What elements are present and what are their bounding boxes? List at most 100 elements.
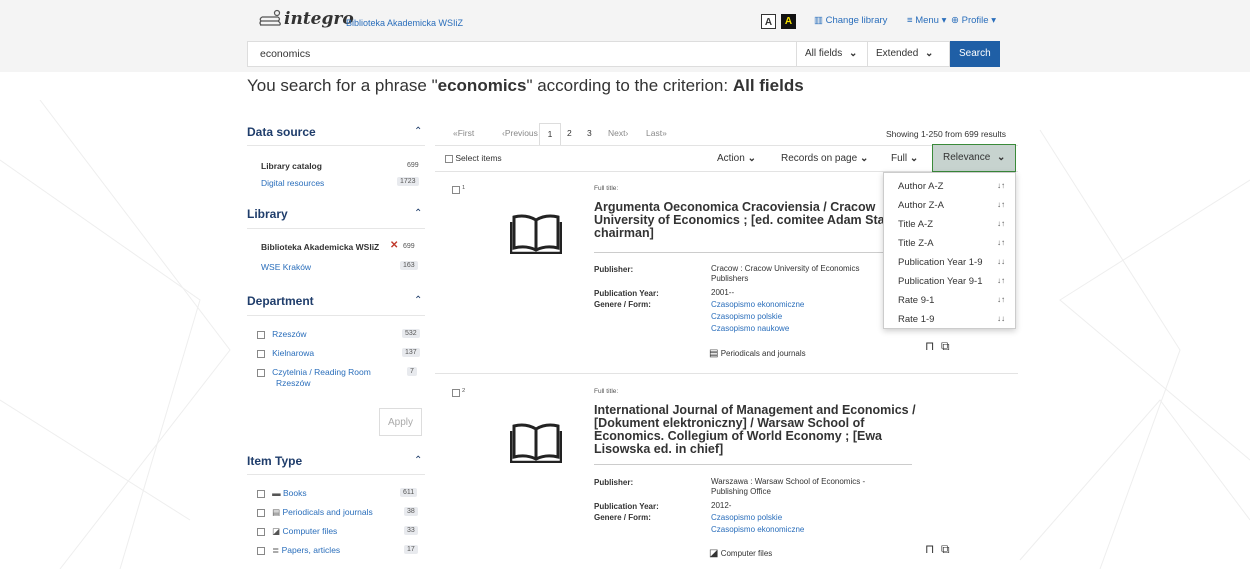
menu-button[interactable]: ≡ Menu ▾ (907, 15, 946, 26)
checkbox[interactable] (257, 508, 265, 517)
publication-year-value: 2001-- (711, 288, 735, 297)
mode-select[interactable]: Extended ⌄ (868, 41, 950, 67)
facet-item-kielnarowa[interactable]: Kielnarowa (257, 348, 314, 358)
publisher-line: Cracow : Cracow University of Economics (711, 264, 860, 273)
logo-wordmark: integro (284, 9, 354, 29)
view-label: Full (891, 153, 908, 164)
checkbox[interactable] (452, 389, 460, 398)
search-bar: economics All fields ⌄ Extended ⌄ Search (247, 41, 1000, 67)
pager-previous[interactable]: ‹Previous (502, 128, 538, 138)
sort-option-author-za[interactable]: Author Z-A (898, 200, 944, 211)
genre-link[interactable]: Czasopismo polskie (711, 312, 782, 322)
publisher-line: Publishers (711, 274, 749, 283)
summary-prefix: You search for a phrase " (247, 76, 438, 95)
chevron-up-icon[interactable]: ⌃ (414, 208, 422, 219)
genre-link[interactable]: Czasopismo ekonomiczne (711, 300, 804, 310)
action-dropdown[interactable]: Action ⌄ (717, 146, 756, 171)
facet-item-wse-krakow[interactable]: WSE Kraków (261, 262, 311, 272)
copy-icon[interactable]: ⧉ (941, 542, 950, 556)
facet-count: 163 (400, 261, 418, 270)
sort-option-author-az[interactable]: Author A-Z (898, 181, 943, 192)
remove-filter-icon[interactable]: ✕ (390, 240, 398, 251)
bookmark-icon[interactable]: ⊓ (925, 542, 934, 556)
facet-item-selected-library: Biblioteka Akademicka WSIiZ (261, 242, 380, 252)
publication-year-label: Publication Year: (594, 502, 659, 511)
pager-page-3[interactable]: 3 (587, 128, 592, 138)
facet-item-reading-room[interactable]: Czytelnia / Reading Room (257, 367, 371, 377)
newspaper-icon: ▤ (272, 507, 281, 517)
integro-logo[interactable]: integro (258, 9, 354, 29)
checkbox[interactable] (257, 546, 265, 555)
apply-button[interactable]: Apply (379, 408, 422, 436)
summary-phrase: economics (437, 76, 527, 95)
menu-label: Menu (915, 15, 939, 26)
sort-dropdown[interactable]: Relevance ⌄ (932, 144, 1016, 172)
sort-option-year-91[interactable]: Publication Year 9-1 (898, 276, 983, 287)
genre-link[interactable]: Czasopismo ekonomiczne (711, 525, 804, 535)
divider (435, 373, 1018, 374)
publisher-value: Warszawa : Warsaw School of Economics - … (711, 477, 865, 497)
result-select[interactable]: 1 (452, 185, 465, 195)
bookmark-icon[interactable]: ⊓ (925, 339, 934, 353)
checkbox[interactable] (445, 154, 453, 163)
view-dropdown[interactable]: Full ⌄ (891, 146, 918, 171)
checkbox[interactable] (452, 186, 460, 195)
records-on-page-dropdown[interactable]: Records on page ⌄ (781, 146, 868, 171)
checkbox[interactable] (257, 489, 265, 498)
facet-item-rzeszow[interactable]: Rzeszów (257, 329, 307, 339)
publication-year-value: 2012- (711, 501, 732, 510)
action-label: Action (717, 153, 745, 164)
search-input[interactable]: economics (247, 41, 797, 67)
sort-option-year-19[interactable]: Publication Year 1-9 (898, 257, 983, 268)
chevron-up-icon[interactable]: ⌃ (414, 455, 422, 466)
genre-link[interactable]: Czasopismo polskie (711, 513, 782, 523)
contrast-high-button[interactable]: A (781, 14, 796, 29)
disk-icon: ◪ (272, 526, 281, 536)
copy-icon[interactable]: ⧉ (941, 339, 950, 353)
full-title-label: Full title: (594, 185, 619, 192)
facet-item-computer-files[interactable]: ◪ Computer files (257, 526, 337, 537)
search-summary: You search for a phrase "economics" acco… (247, 76, 804, 96)
facet-title-library[interactable]: Library (247, 207, 288, 221)
result-title[interactable]: Argumenta Oeconomica Cracoviensia / Crac… (594, 201, 912, 240)
pager-page-1[interactable]: 1 (539, 123, 561, 145)
checkbox[interactable] (257, 368, 265, 377)
checkbox[interactable] (257, 349, 265, 358)
sort-option-rate-19[interactable]: Rate 1-9 (898, 314, 934, 325)
chevron-down-icon: ⌄ (747, 153, 756, 164)
facet-item-books[interactable]: ▬ Books (257, 488, 307, 498)
select-items[interactable]: Select items (445, 146, 502, 171)
profile-button[interactable]: ⊕ Profile ▾ (951, 15, 996, 26)
facet-count: 17 (404, 545, 418, 554)
chevron-up-icon[interactable]: ⌃ (414, 295, 422, 306)
facet-item-digital-resources[interactable]: Digital resources (261, 178, 324, 188)
pager-first[interactable]: «First (453, 128, 474, 138)
facet-count: 699 (403, 243, 415, 250)
facet-item-periodicals[interactable]: ▤ Periodicals and journals (257, 507, 373, 518)
checkbox[interactable] (257, 527, 265, 536)
sort-option-rate-91[interactable]: Rate 9-1 (898, 295, 934, 306)
disk-icon: ◪ (709, 548, 719, 559)
genre-link[interactable]: Czasopismo naukowe (711, 324, 789, 334)
search-button[interactable]: Search (950, 41, 1000, 67)
facet-title-data-source[interactable]: Data source (247, 125, 316, 139)
chevron-up-icon[interactable]: ⌃ (414, 126, 422, 137)
pager-next[interactable]: Next› (608, 128, 628, 138)
pager-last[interactable]: Last» (646, 128, 667, 138)
facet-item-papers[interactable]: ≣ Papers, articles (257, 545, 340, 556)
library-name[interactable]: Biblioteka Akademicka WSIiZ (346, 18, 463, 28)
facet-item-library-catalog[interactable]: Library catalog (261, 161, 322, 171)
checkbox[interactable] (257, 330, 265, 339)
sort-option-title-za[interactable]: Title Z-A (898, 238, 934, 249)
library-icon: ▥ (814, 15, 823, 26)
field-select[interactable]: All fields ⌄ (797, 41, 868, 67)
change-library-link[interactable]: ▥ Change library (814, 15, 887, 26)
result-select[interactable]: 2 (452, 388, 465, 398)
contrast-normal-button[interactable]: A (761, 14, 776, 29)
summary-middle: " according to the criterion: (526, 76, 733, 95)
result-title[interactable]: International Journal of Management and … (594, 404, 924, 456)
pager-page-2[interactable]: 2 (567, 128, 572, 138)
sort-option-title-az[interactable]: Title A-Z (898, 219, 933, 230)
facet-title-item-type[interactable]: Item Type (247, 454, 302, 468)
facet-title-department[interactable]: Department (247, 294, 314, 308)
